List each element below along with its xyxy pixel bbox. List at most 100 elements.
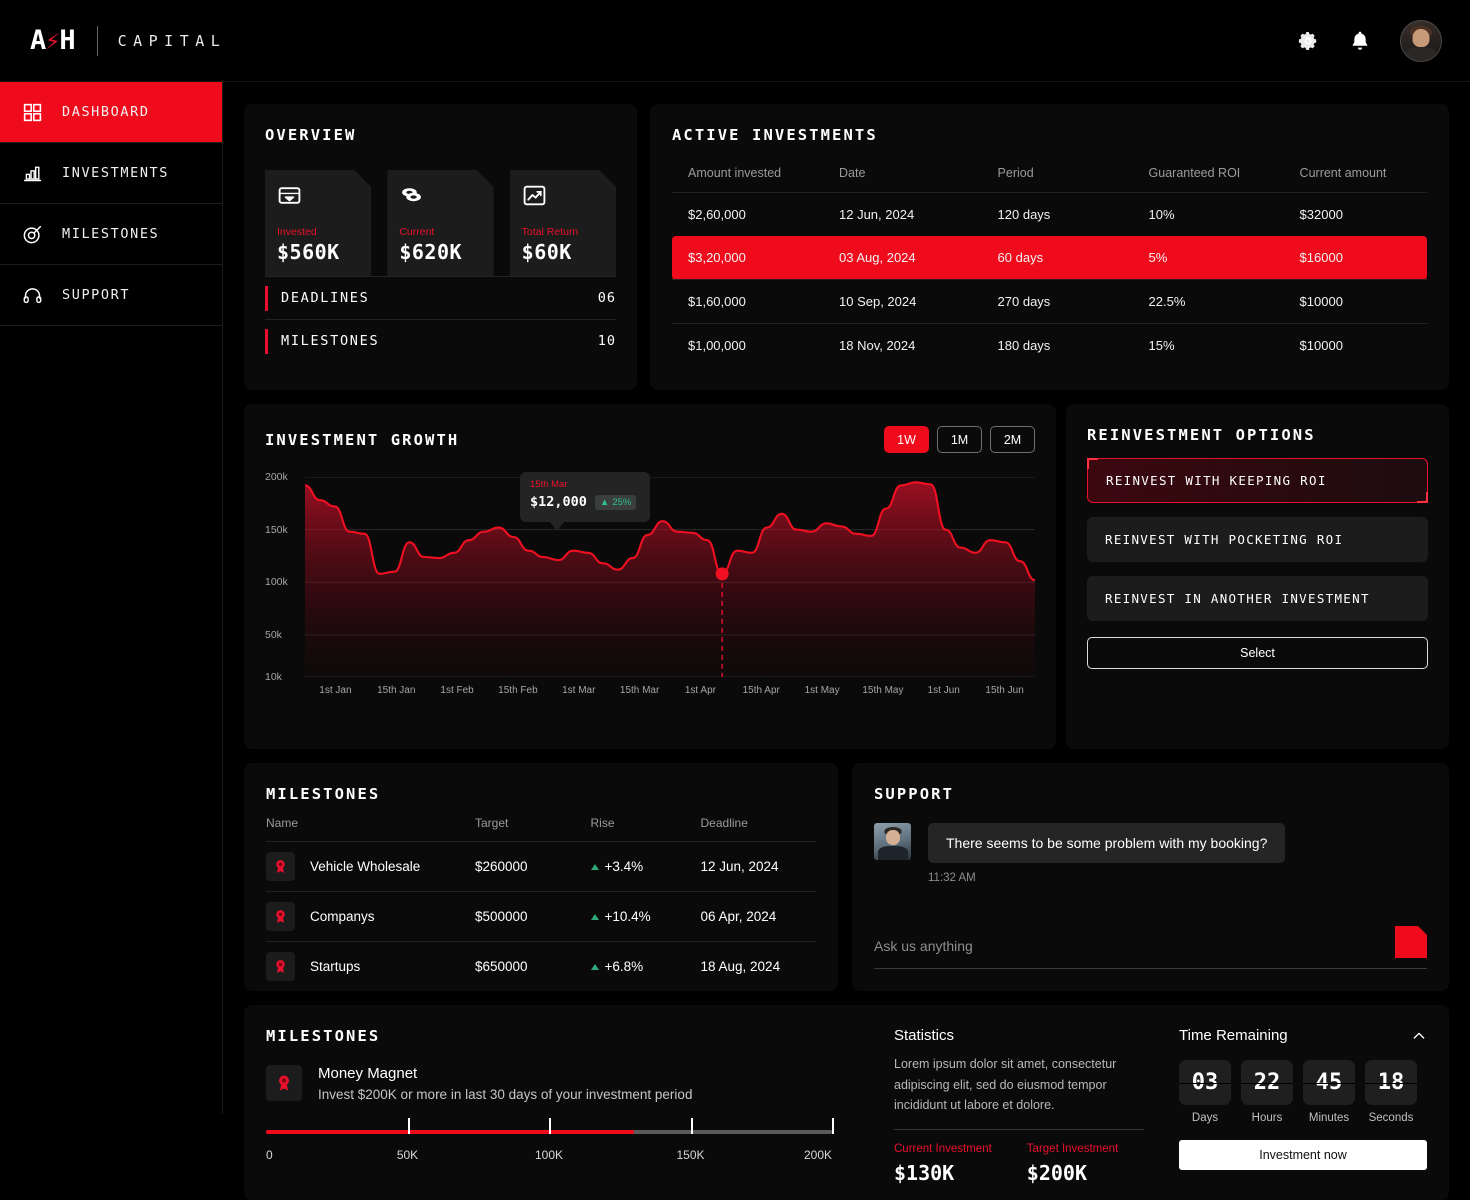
reinvest-option-label: REINVEST IN ANOTHER INVESTMENT	[1105, 591, 1370, 606]
progress-tick	[407, 1118, 410, 1134]
chart-plot-area	[305, 477, 1035, 677]
sidebar-item-investments[interactable]: INVESTMENTS	[0, 143, 222, 204]
cell-date: 03 Aug, 2024	[839, 250, 916, 265]
chart-tooltip: 15th Mar $12,000 ▲ 25%	[520, 472, 650, 522]
cell-name: Startups	[266, 942, 475, 992]
overview-card-invested[interactable]: Invested $560K	[265, 170, 371, 276]
bell-icon[interactable]	[1348, 29, 1372, 53]
x-axis-tick: 15th Mar	[619, 685, 660, 696]
column-header-period: Period	[997, 166, 1034, 180]
x-axis-tick: 15th Jun	[985, 685, 1024, 696]
support-panel: SUPPORT There seems to be some problem w…	[852, 763, 1449, 991]
cell-date: 12 Jun, 2024	[839, 207, 915, 222]
x-axis-tick: 1st Jun	[927, 685, 960, 696]
target-investment-label: Target Investment	[1026, 1142, 1119, 1155]
target-investment-group: Target Investment $200K	[1027, 1143, 1118, 1185]
sidebar-item-milestones[interactable]: MILESTONES	[0, 204, 222, 265]
logo-letter-h: H	[59, 25, 77, 56]
milestones-table-body: Vehicle Wholesale $260000 +3.4% 12 Jun, …	[266, 841, 816, 992]
cell-current: $32000	[1299, 207, 1343, 222]
avatar[interactable]	[1400, 19, 1442, 62]
overview-card-label: Total Return	[521, 226, 579, 238]
stat-accent-bar	[265, 328, 268, 354]
cell-deadline: 12 Jun, 2024	[700, 859, 779, 874]
countdown-value: 22	[1241, 1060, 1293, 1105]
table-row[interactable]: $2,60,000 12 Jun, 2024 120 days 10% $320…	[672, 192, 1427, 237]
trend-up-icon	[522, 183, 547, 208]
gear-icon[interactable]	[1296, 29, 1320, 53]
tooltip-value: $12,000	[530, 494, 587, 510]
overview-card-total-return[interactable]: Total Return $60K	[510, 170, 616, 276]
reinvest-option-label: REINVEST WITH POCKETING ROI	[1105, 532, 1344, 547]
column-header-date: Date	[839, 166, 866, 180]
overview-card-current[interactable]: Current $620K	[387, 170, 493, 276]
select-button[interactable]: Select	[1087, 637, 1428, 669]
reinvest-option-keeping-roi[interactable]: REINVEST WITH KEEPING ROI	[1087, 458, 1428, 503]
y-axis-tick: 100k	[265, 576, 288, 589]
growth-chart[interactable]: 200k 150k 100k 50k 10k 15th Mar $12,000 …	[265, 471, 1035, 683]
countdown-hours: 22 Hours	[1241, 1060, 1293, 1124]
cell-date: 10 Sep, 2024	[839, 294, 917, 309]
chat-input[interactable]	[874, 938, 1395, 958]
countdown-units: 03 Days 22 Hours 45 Minutes 18 Seconds	[1179, 1060, 1427, 1124]
timer-header: Time Remaining	[1179, 1027, 1427, 1044]
overview-stat-milestones[interactable]: MILESTONES 10	[265, 319, 616, 362]
overview-card-label: Current	[399, 226, 435, 238]
table-row-selected[interactable]: $3,20,000 03 Aug, 2024 60 days 5% $16000	[672, 236, 1427, 280]
bottom-panel: MILESTONES Money Magnet Invest $200K or …	[244, 1005, 1449, 1200]
milestone-name: Vehicle Wholesale	[310, 859, 421, 874]
countdown-days: 03 Days	[1179, 1060, 1231, 1124]
progress-tick	[549, 1118, 551, 1134]
table-row[interactable]: Startups $650000 +6.8% 18 Aug, 2024	[266, 941, 816, 992]
progress-tick-label: 100K	[534, 1148, 564, 1162]
table-row[interactable]: Vehicle Wholesale $260000 +3.4% 12 Jun, …	[266, 841, 816, 892]
reinvestment-panel: REINVESTMENT OPTIONS REINVEST WITH KEEPI…	[1066, 404, 1449, 749]
cell-amount: $1,60,000	[688, 294, 746, 309]
send-button[interactable]	[1395, 926, 1427, 958]
chevron-up-icon[interactable]	[1411, 1028, 1427, 1044]
bar-chart-icon	[23, 166, 42, 181]
investments-table: Amount invested Date Period Guaranteed R…	[672, 160, 1427, 367]
table-row[interactable]: Companys $500000 +10.4% 06 Apr, 2024	[266, 891, 816, 942]
cell-period: 270 days	[997, 294, 1051, 309]
progress-tick-labels: 0 50K 100K 150K 200K	[266, 1134, 832, 1162]
up-triangle-icon	[590, 963, 599, 970]
brand-logo[interactable]: A ⚡ H CAPITAL	[0, 25, 226, 56]
range-button-1m[interactable]: 1M	[937, 426, 982, 453]
stat-accent-bar	[265, 285, 268, 311]
rise-group: +10.4%	[590, 909, 701, 924]
milestone-name-group: Startups	[266, 952, 475, 981]
chat-bubble: There seems to be some problem with my b…	[928, 823, 1286, 863]
reinvest-option-another-investment[interactable]: REINVEST IN ANOTHER INVESTMENT	[1087, 576, 1428, 621]
tooltip-change-badge: ▲ 25%	[594, 494, 637, 510]
app-header: A ⚡ H CAPITAL	[0, 0, 1470, 82]
table-row[interactable]: $1,60,000 10 Sep, 2024 270 days 22.5% $1…	[672, 279, 1427, 324]
table-row[interactable]: $1,00,000 18 Nov, 2024 180 days 15% $100…	[672, 323, 1427, 368]
y-axis-tick: 150k	[265, 523, 288, 536]
investments-table-head: Amount invested Date Period Guaranteed R…	[672, 160, 1427, 193]
cell-period: 120 days	[997, 207, 1051, 222]
column-header-target: Target	[475, 816, 509, 830]
overview-stat-deadlines[interactable]: DEADLINES 06	[265, 276, 616, 319]
cell-date: 18 Nov, 2024	[839, 338, 916, 353]
investments-table-body: $2,60,000 12 Jun, 2024 120 days 10% $320…	[672, 192, 1427, 368]
column-header-roi: Guaranteed ROI	[1148, 166, 1241, 180]
investment-now-button[interactable]: Investment now	[1179, 1140, 1427, 1170]
sidebar-item-support[interactable]: SUPPORT	[0, 265, 222, 326]
range-button-2m[interactable]: 2M	[990, 426, 1035, 453]
table-header-row: Name Target Rise Deadline	[266, 816, 816, 842]
cell-target: $650000	[475, 959, 528, 974]
current-investment-value: $130K	[894, 1160, 955, 1185]
chart-highlight-point	[715, 567, 729, 581]
sidebar-item-dashboard[interactable]: DASHBOARD	[0, 82, 222, 143]
reinvest-option-pocketing-roi[interactable]: REINVEST WITH POCKETING ROI	[1087, 517, 1428, 562]
statistics-title: Statistics	[894, 1027, 955, 1044]
cell-name: Companys	[266, 892, 475, 942]
reinvestment-title: REINVESTMENT OPTIONS	[1087, 426, 1316, 444]
cell-amount: $2,60,000	[688, 207, 746, 222]
reinvest-option-label: REINVEST WITH KEEPING ROI	[1106, 473, 1327, 488]
overview-cards: Invested $560K Current $620K Total Retur…	[265, 170, 616, 276]
cell-roi: 15%	[1148, 338, 1175, 353]
column-header-deadline: Deadline	[700, 816, 748, 830]
range-button-1w[interactable]: 1W	[884, 426, 929, 453]
